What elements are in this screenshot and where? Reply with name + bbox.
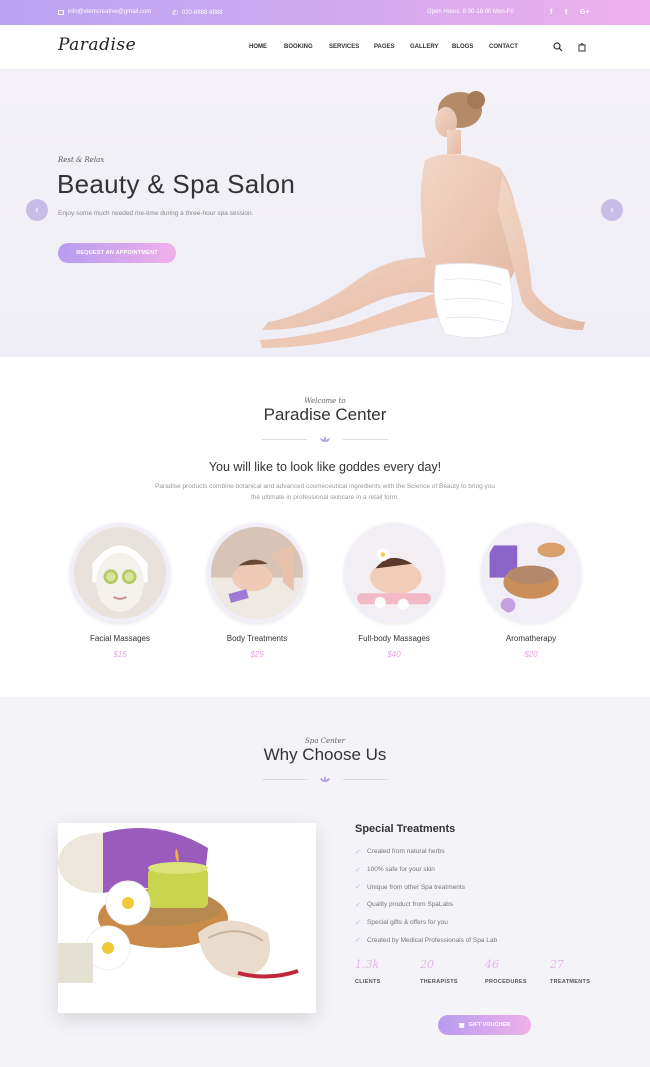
voucher-label: GIFT VOUCHER	[468, 1022, 511, 1028]
top-bar: info@elemcreative@gmail.com ✆ 020-8888-8…	[0, 0, 650, 25]
service-image	[344, 523, 444, 623]
gift-voucher-button[interactable]: ▣ GIFT VOUCHER	[438, 1015, 531, 1035]
list-item: ✓ 100% safe for your skin	[355, 866, 435, 874]
nav-gallery[interactable]: GALLERY	[410, 44, 438, 50]
stat-procedures: 46 PROCEDURES	[485, 958, 545, 985]
check-icon: ✓	[355, 919, 361, 927]
treatments-title: Special Treatments	[355, 823, 456, 835]
phone-text: 020-8888-8888	[181, 10, 223, 16]
stat-label: CLIENTS	[355, 979, 381, 985]
chevron-right-icon[interactable]: ›	[601, 199, 623, 221]
search-icon[interactable]	[553, 42, 563, 52]
service-item[interactable]: Full-body Massages $40	[344, 523, 444, 659]
why-script: Spa Center	[305, 737, 345, 745]
section-divider	[0, 435, 650, 443]
twitter-icon[interactable]: t	[565, 9, 567, 16]
stat-label: PROCEDURES	[485, 979, 527, 985]
section-divider	[0, 775, 650, 783]
welcome-paragraph: Paradise products combine botanical and …	[154, 483, 495, 501]
phone-icon: ✆	[172, 10, 178, 17]
header: Paradise HOME BOOKING SERVICES PAGES GAL…	[0, 25, 650, 70]
service-label: Body Treatments	[226, 634, 288, 643]
service-image	[481, 523, 581, 623]
stat-treatments: 27 TREATMENTS	[550, 958, 610, 985]
list-item: ✓ Created from natural herbs	[355, 848, 445, 856]
service-item[interactable]: Facial Massages $15	[70, 523, 170, 659]
hero-woman-image	[260, 91, 585, 348]
email-contact[interactable]: info@elemcreative@gmail.com	[58, 9, 151, 15]
service-label: Facial Massages	[89, 634, 151, 643]
nav-contact[interactable]: CONTACT	[489, 44, 518, 50]
list-item: ✓ Special gifts & offers for you	[355, 919, 448, 927]
stat-number: 46	[485, 958, 499, 971]
email-text: info@elemcreative@gmail.com	[68, 9, 152, 15]
stat-number: 27	[550, 958, 564, 971]
list-item: ✓ Unique from other Spa treatments	[355, 883, 465, 892]
check-icon: ✓	[355, 937, 361, 945]
welcome-script: Welcome to	[304, 397, 346, 405]
hero-script: Rest & Relax	[58, 156, 105, 164]
facebook-icon[interactable]: f	[550, 9, 552, 16]
spa-photo	[58, 823, 316, 1013]
service-image	[70, 523, 170, 623]
hours-text: Open Hours: 8:00-18:00 Mon-Fri	[427, 9, 514, 15]
stat-clients: 1.3k CLIENTS	[355, 958, 415, 985]
nav-home[interactable]: HOME	[249, 44, 267, 50]
nav-blogs[interactable]: BLOGS	[452, 44, 473, 50]
why-title: Why Choose Us	[263, 745, 387, 764]
stat-therapists: 20 THERAPISTS	[420, 958, 480, 985]
gift-icon: ▣	[458, 1022, 465, 1029]
open-hours: Open Hours: 8:00-18:00 Mon-Fri	[427, 9, 514, 15]
lotus-icon	[320, 436, 330, 442]
service-price: $15	[113, 650, 127, 659]
appointment-button[interactable]: REQUEST AN APPOINTMENT	[58, 243, 176, 263]
nav-pages[interactable]: PAGES	[374, 44, 395, 50]
phone-contact[interactable]: ✆ 020-8888-8888	[172, 9, 223, 17]
service-price: $25	[250, 650, 264, 659]
lotus-icon	[320, 776, 330, 782]
service-image	[207, 523, 307, 623]
service-item[interactable]: Body Treatments $25	[207, 523, 307, 659]
stat-number: 1.3k	[355, 958, 380, 971]
hero-subtitle: Enjoy some much needed me-time during a …	[58, 210, 254, 217]
stat-number: 20	[420, 958, 434, 971]
chevron-left-icon[interactable]: ‹	[26, 199, 48, 221]
mail-icon	[58, 9, 64, 15]
welcome-title: Paradise Center	[263, 405, 387, 424]
check-icon: ✓	[355, 901, 361, 909]
service-label: Aromatherapy	[505, 634, 557, 643]
service-item[interactable]: Aromatherapy $20	[481, 523, 581, 659]
check-icon: ✓	[355, 884, 361, 892]
service-price: $20	[524, 650, 538, 659]
service-label: Full-body Massages	[358, 634, 430, 643]
hero-slider: Rest & Relax Beauty & Spa Salon Enjoy so…	[0, 70, 650, 357]
check-icon: ✓	[355, 848, 361, 856]
welcome-tagline: You will like to look like goddes every …	[208, 460, 442, 474]
nav-services[interactable]: SERVICES	[329, 44, 359, 50]
list-item: ✓ Quality product from SpaLabs	[355, 901, 453, 909]
check-icon: ✓	[355, 866, 361, 874]
list-item: ✓ Created by Medical Professionals of Spa…	[355, 936, 498, 945]
google-plus-icon[interactable]: G+	[580, 9, 590, 16]
cart-icon[interactable]	[577, 42, 587, 52]
stat-label: TREATMENTS	[550, 979, 591, 985]
stat-label: THERAPISTS	[420, 979, 458, 985]
treatments-list: ✓ Created from natural herbs ✓ 100% safe f…	[355, 843, 497, 949]
nav-booking[interactable]: BOOKING	[284, 44, 313, 50]
service-price: $40	[387, 650, 401, 659]
